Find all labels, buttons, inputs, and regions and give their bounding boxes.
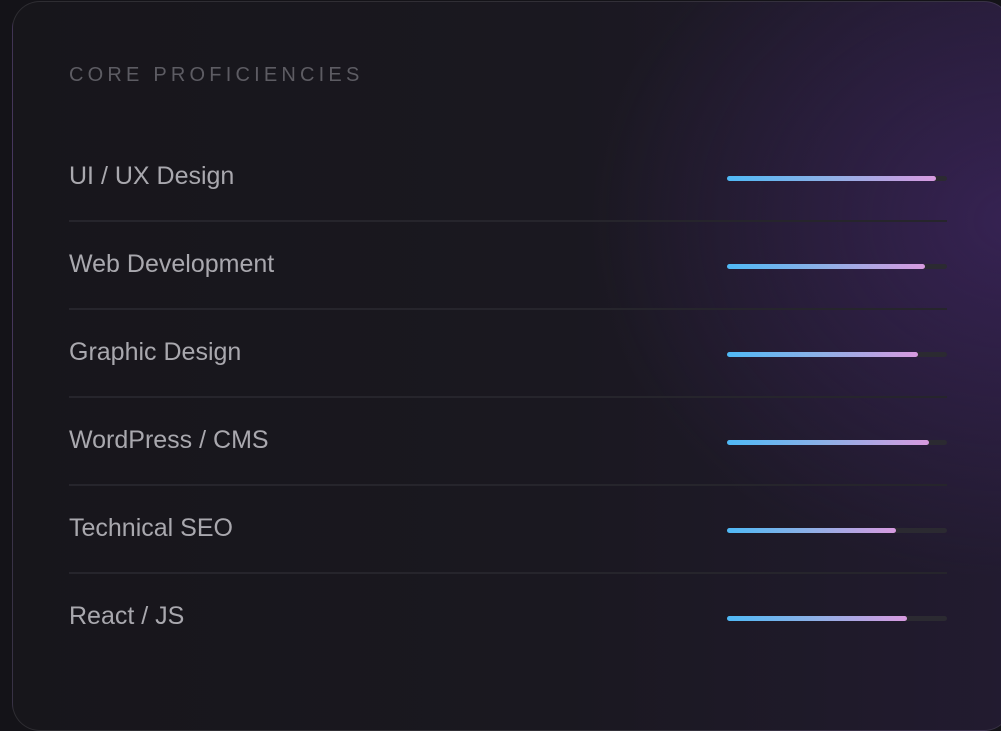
skill-progress-track	[727, 440, 947, 445]
skill-row: Technical SEO	[69, 486, 947, 574]
skill-progress-track	[727, 176, 947, 181]
skill-progress-fill	[727, 352, 919, 357]
skill-label: UI / UX Design	[69, 162, 235, 190]
skill-progress-fill	[727, 440, 930, 445]
skill-row: UI / UX Design	[69, 134, 947, 222]
skill-progress-track	[727, 616, 947, 621]
skill-row: WordPress / CMS	[69, 398, 947, 486]
skill-label: Technical SEO	[69, 514, 233, 542]
skill-list: UI / UX Design Web Development Graphic D…	[69, 134, 947, 662]
skill-progress-track	[727, 528, 947, 533]
proficiencies-card: CORE PROFICIENCIES UI / UX Design Web De…	[12, 1, 1001, 731]
skill-row: Graphic Design	[69, 310, 947, 398]
skill-progress-fill	[727, 616, 908, 621]
skill-progress-fill	[727, 264, 925, 269]
skill-label: Graphic Design	[69, 338, 242, 366]
skill-progress-track	[727, 264, 947, 269]
skill-progress-fill	[727, 176, 936, 181]
skill-progress-fill	[727, 528, 897, 533]
skill-label: WordPress / CMS	[69, 426, 269, 454]
skill-row: React / JS	[69, 574, 947, 662]
skill-label: Web Development	[69, 250, 275, 278]
card-title: CORE PROFICIENCIES	[69, 64, 364, 86]
skill-progress-track	[727, 352, 947, 357]
skill-row: Web Development	[69, 222, 947, 310]
skill-label: React / JS	[69, 602, 185, 630]
